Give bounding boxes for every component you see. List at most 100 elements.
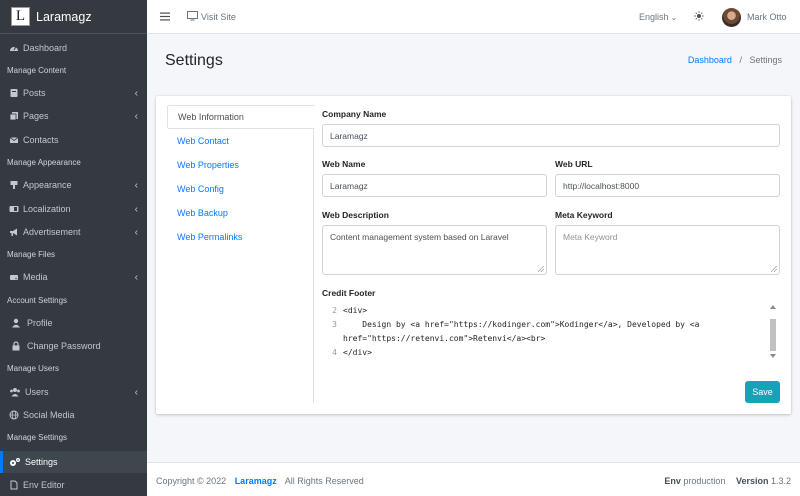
sidebar-item-change-password[interactable]: Change Password [0,336,147,356]
version-value: 1.3.2 [770,476,791,486]
copyright-text: Copyright © 2022 [156,476,227,486]
sidebar-item-contacts[interactable]: Contacts [0,130,147,150]
sidebar-item-pages[interactable]: Pages ‹ [0,106,147,126]
sidebar-item-label: Advertisement [23,227,81,237]
sidebar-item-profile[interactable]: Profile [0,313,147,333]
company-name-input[interactable]: Laramagz [322,124,780,147]
desktop-icon [187,11,198,23]
meta-keyword-placeholder: Meta Keyword [563,232,618,242]
users-icon [9,387,21,397]
language-dropdown[interactable]: English ⌄ [639,0,677,34]
save-button[interactable]: Save [745,381,780,403]
web-description-textarea[interactable]: Content management system based on Larav… [322,225,547,275]
breadcrumb: Dashboard / Settings [688,55,782,65]
user-menu[interactable]: Mark Otto [722,0,787,34]
line-number: 3 [332,320,337,329]
sidebar-item-posts[interactable]: Posts ‹ [0,83,147,103]
envelope-icon [9,135,19,145]
chevron-left-icon: ‹ [134,226,138,238]
language-icon [9,204,19,214]
footer-meta: Env production Version 1.3.2 [664,476,791,486]
code-line: <div> [343,306,368,315]
sidebar-item-social-media[interactable]: Social Media [0,405,147,425]
credit-footer-label: Credit Footer [322,288,376,298]
rights-text: All Rights Reserved [284,476,364,486]
visit-site-link[interactable]: Visit Site [187,0,236,34]
nav-header-appearance: Manage Appearance [7,158,81,167]
copy-icon [9,111,19,121]
breadcrumb-dashboard-link[interactable]: Dashboard [688,55,732,65]
web-url-label: Web URL [555,159,593,169]
paint-brush-icon [9,180,19,190]
sidebar-item-label: Env Editor [23,480,65,490]
top-navbar: Visit Site English ⌄ Mark Otto [147,0,800,34]
sidebar-item-appearance[interactable]: Appearance ‹ [0,175,147,195]
sidebar-item-localization[interactable]: Localization ‹ [0,199,147,219]
visit-site-label: Visit Site [201,12,236,22]
code-line: href="https://retenvi.com">Retenvi</a><b… [343,334,546,343]
tab-web-config[interactable]: Web Config [167,177,314,201]
tab-web-permalinks[interactable]: Web Permalinks [167,225,314,249]
web-description-value: Content management system based on Larav… [330,232,509,242]
sidebar-item-label: Change Password [27,341,101,351]
chevron-left-icon: ‹ [134,271,138,283]
chevron-left-icon: ‹ [134,386,138,398]
scrollbar-thumb[interactable] [770,319,776,351]
tab-web-properties[interactable]: Web Properties [167,153,314,177]
code-editor-scrollbar[interactable] [769,303,777,358]
chevron-left-icon: ‹ [134,179,138,191]
sidebar-item-media[interactable]: Media ‹ [0,267,147,287]
bars-icon [160,12,170,23]
web-url-input[interactable]: http://localhost:8000 [555,174,780,197]
meta-keyword-textarea[interactable]: Meta Keyword [555,225,780,275]
web-description-label: Web Description [322,210,389,220]
sidebar-item-dashboard[interactable]: Dashboard [0,38,147,58]
hdd-icon [9,272,19,282]
tab-web-information[interactable]: Web Information [167,105,315,129]
line-number: 4 [332,348,337,357]
brand-name: Laramagz [36,9,92,24]
theme-toggle-button[interactable] [694,0,704,34]
brand-link[interactable]: L Laramagz [0,0,147,34]
brand-logo: L [11,7,30,26]
credit-footer-code-editor[interactable]: 2 <div> 3 Design by <a href="https://kod… [323,301,781,365]
avatar [722,7,741,27]
user-name: Mark Otto [747,12,787,22]
nav-header-users: Manage Users [7,364,60,373]
scroll-down-arrow-icon[interactable] [770,354,776,358]
language-label: English [639,12,669,22]
footer-brand-link[interactable]: Laramagz [235,476,277,486]
chevron-left-icon: ‹ [134,203,138,215]
dashboard-icon [9,43,19,53]
settings-tabs: Web Information Web Contact Web Properti… [167,105,315,403]
sidebar-item-label: Social Media [23,410,75,420]
sidebar-item-advertisement[interactable]: Advertisement ‹ [0,222,147,242]
code-line: Design by <a href="https://kodinger.com"… [343,320,700,329]
footer-copyright: Copyright © 2022 Laramagz All Rights Res… [156,476,364,486]
file-icon [9,480,19,490]
chevron-down-icon: ⌄ [670,12,678,22]
code-line: </div> [343,348,372,357]
sidebar-item-label: Dashboard [23,43,68,53]
chevron-left-icon: ‹ [134,110,138,122]
sidebar-item-label: Appearance [23,180,72,190]
nav-header-account: Account Settings [7,296,68,305]
sidebar-item-users[interactable]: Users ‹ [0,382,147,402]
scroll-up-arrow-icon[interactable] [770,305,776,309]
sidebar-item-settings[interactable]: Settings [0,451,147,473]
line-number: 2 [332,306,337,315]
globe-icon [9,410,19,420]
web-name-input[interactable]: Laramagz [322,174,547,197]
sidebar-item-label: Pages [23,111,49,121]
nav-header-content: Manage Content [7,66,67,75]
sidebar-item-label: Localization [23,204,71,214]
tab-web-contact[interactable]: Web Contact [167,129,314,153]
breadcrumb-separator: / [739,55,742,65]
sidebar-item-label: Media [23,272,48,282]
sidebar-item-env-editor[interactable]: Env Editor [0,475,147,495]
page-title: Settings [165,52,223,69]
tab-web-backup[interactable]: Web Backup [167,201,314,225]
menu-toggle-button[interactable] [160,0,170,34]
settings-card: Web Information Web Contact Web Properti… [156,96,791,414]
nav-header-settings: Manage Settings [7,433,68,442]
